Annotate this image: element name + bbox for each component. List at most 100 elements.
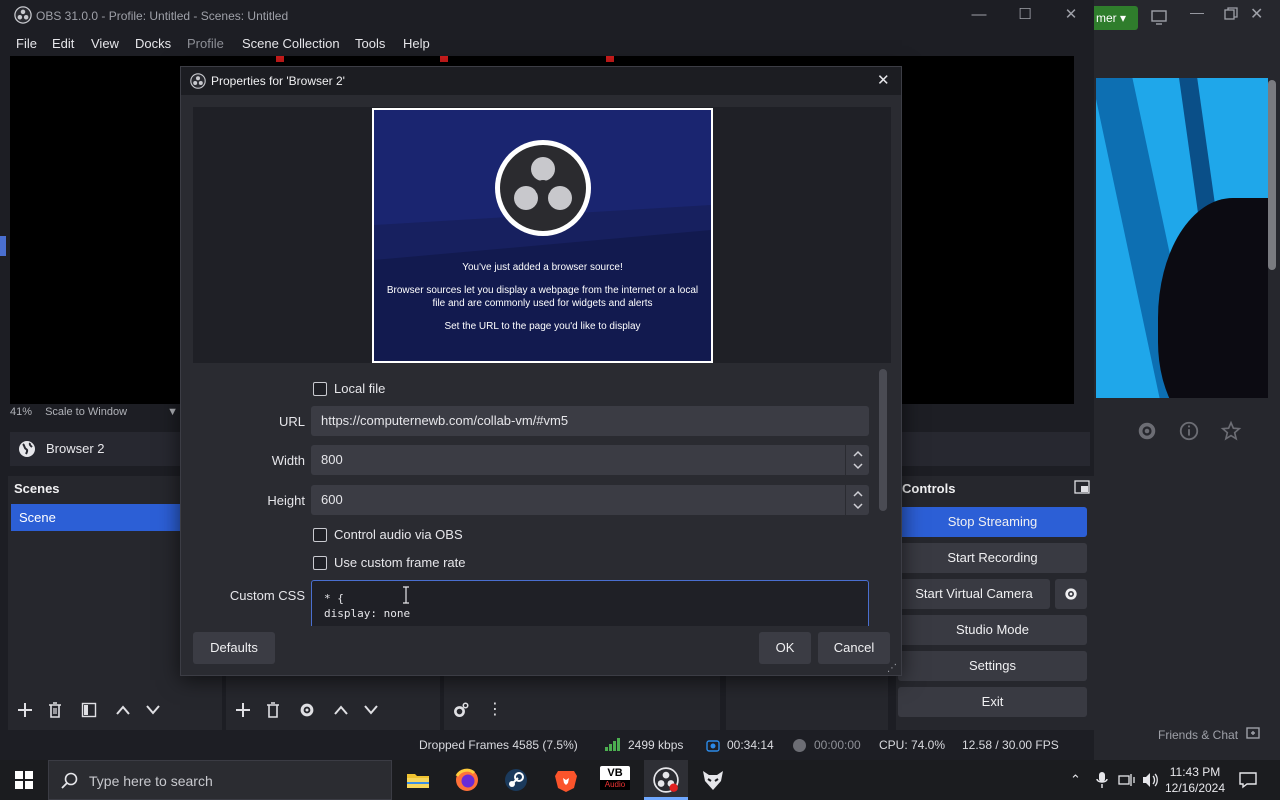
preview-marker [276, 56, 284, 62]
bg-close-icon[interactable]: ✕ [1250, 4, 1263, 24]
menu-edit[interactable]: Edit [52, 36, 74, 51]
taskbar-search-box[interactable]: Type here to search [48, 760, 392, 800]
windows-start-icon[interactable] [14, 770, 34, 790]
virtual-camera-settings-button[interactable] [1055, 579, 1087, 609]
scene-list-item[interactable]: Scene [11, 504, 181, 531]
properties-scrollbar[interactable] [879, 369, 887, 511]
url-label: URL [278, 414, 305, 429]
file-explorer-icon[interactable] [404, 766, 432, 794]
preview-scale-bar[interactable]: 41% Scale to Window ▼ [10, 406, 180, 424]
dialog-titlebar: Properties for 'Browser 2' ✕ [181, 67, 901, 95]
menu-help[interactable]: Help [403, 36, 430, 51]
dialog-close-icon[interactable]: ✕ [877, 71, 890, 89]
preview-marker [606, 56, 614, 62]
voicemeeter-icon[interactable]: VB Audio [600, 766, 630, 794]
browser-preview-hint: Set the URL to the page you'd like to di… [444, 321, 641, 332]
start-recording-button[interactable]: Start Recording [898, 543, 1087, 573]
source-move-up-button[interactable] [328, 698, 354, 722]
width-value: 800 [321, 452, 343, 467]
tray-chevron-up-icon[interactable]: ⌃ [1070, 772, 1081, 788]
background-artwork [1096, 78, 1268, 398]
local-file-label: Local file [334, 381, 386, 396]
audio-settings-icon[interactable] [448, 698, 474, 722]
friends-chat-label[interactable]: Friends & Chat [1158, 728, 1238, 742]
preview-marker [440, 56, 448, 62]
defaults-button[interactable]: Defaults [193, 632, 275, 664]
more-options-icon[interactable]: ⋮ [482, 698, 508, 722]
remove-source-button[interactable] [260, 698, 286, 722]
source-properties-button[interactable] [294, 698, 320, 722]
obs-titlebar: OBS 31.0.0 - Profile: Untitled - Scenes:… [0, 0, 1094, 32]
obs-logo-icon [190, 73, 206, 89]
controls-dock-title: Controls [902, 481, 956, 496]
custom-css-editor[interactable]: * { display: none [311, 580, 869, 626]
menu-tools[interactable]: Tools [355, 36, 385, 51]
bg-scrollbar[interactable] [1268, 80, 1276, 270]
width-spinner[interactable] [845, 445, 869, 475]
obs-taskbar-icon[interactable] [652, 766, 680, 794]
gear-icon[interactable] [1136, 420, 1158, 442]
cancel-button[interactable]: Cancel [818, 632, 890, 664]
volume-icon[interactable] [1141, 771, 1159, 789]
vb-sub-label: Audio [600, 780, 630, 790]
menu-profile[interactable]: Profile [187, 36, 224, 51]
add-scene-button[interactable] [12, 698, 38, 722]
close-button[interactable]: ✕ [1048, 0, 1094, 30]
ok-button[interactable]: OK [759, 632, 811, 664]
maximize-button[interactable]: ☐ [1002, 0, 1048, 30]
bg-minimize-icon[interactable]: — [1190, 4, 1210, 26]
wolf-app-icon[interactable] [699, 766, 727, 794]
start-virtual-camera-button[interactable]: Start Virtual Camera [898, 579, 1050, 609]
bitrate: 2499 kbps [628, 738, 684, 752]
source-move-down-button[interactable] [358, 698, 384, 722]
height-spinner[interactable] [845, 485, 869, 515]
local-file-checkbox[interactable] [313, 382, 327, 396]
menu-docks[interactable]: Docks [135, 36, 171, 51]
settings-button[interactable]: Settings [898, 651, 1087, 681]
custom-fps-checkbox[interactable] [313, 556, 327, 570]
scene-move-down-button[interactable] [140, 698, 166, 722]
menu-scene-collection[interactable]: Scene Collection [242, 36, 340, 51]
fps-readout: 12.58 / 30.00 FPS [962, 738, 1059, 752]
exit-button[interactable]: Exit [898, 687, 1087, 717]
background-app-pill[interactable]: mer ▾ [1088, 6, 1138, 30]
window-title: OBS 31.0.0 - Profile: Untitled - Scenes:… [36, 9, 289, 23]
url-input[interactable]: https://computernewb.com/collab-vm/#vm5 [311, 406, 869, 436]
scene-move-up-button[interactable] [110, 698, 136, 722]
stop-streaming-button[interactable]: Stop Streaming [898, 507, 1087, 537]
remove-scene-button[interactable] [42, 698, 68, 722]
star-icon[interactable] [1220, 420, 1242, 442]
taskbar-clock[interactable]: 11:43 PM 12/16/2024 [1160, 764, 1230, 796]
height-input[interactable]: 600 [311, 485, 869, 515]
resize-grip-icon[interactable]: ⋰ [887, 663, 897, 674]
record-time: 00:00:00 [814, 738, 861, 752]
control-audio-checkbox[interactable] [313, 528, 327, 542]
transitions-dock [726, 676, 888, 730]
steam-icon[interactable] [502, 766, 530, 794]
chat-add-icon[interactable] [1246, 726, 1264, 744]
studio-mode-button[interactable]: Studio Mode [898, 615, 1087, 645]
info-icon[interactable] [1178, 420, 1200, 442]
properties-dialog: Properties for 'Browser 2' ✕ You've just… [180, 66, 902, 676]
network-icon[interactable] [1118, 772, 1136, 788]
streaming-indicator-icon [706, 740, 720, 752]
browser-preview-heading: You've just added a browser source! [462, 262, 623, 273]
add-source-button[interactable] [230, 698, 256, 722]
firefox-icon[interactable] [453, 766, 481, 794]
menu-view[interactable]: View [91, 36, 119, 51]
scene-filters-button[interactable] [76, 698, 102, 722]
minimize-button[interactable]: — [956, 0, 1002, 30]
menu-file[interactable]: File [16, 36, 37, 51]
microphone-icon[interactable] [1096, 771, 1108, 789]
scale-dropdown-arrow-icon[interactable]: ▼ [167, 406, 178, 418]
monitor-icon[interactable] [1150, 8, 1170, 26]
width-input[interactable]: 800 [311, 445, 869, 475]
undock-icon[interactable] [1074, 480, 1090, 494]
obs-large-logo [493, 138, 593, 238]
bg-restore-icon[interactable] [1223, 6, 1239, 22]
search-placeholder: Type here to search [89, 773, 213, 789]
background-app-window: Friends & Chat [1090, 0, 1280, 760]
brave-icon[interactable] [552, 766, 580, 794]
notification-center-icon[interactable] [1238, 770, 1258, 790]
obs-logo-icon [14, 6, 32, 24]
